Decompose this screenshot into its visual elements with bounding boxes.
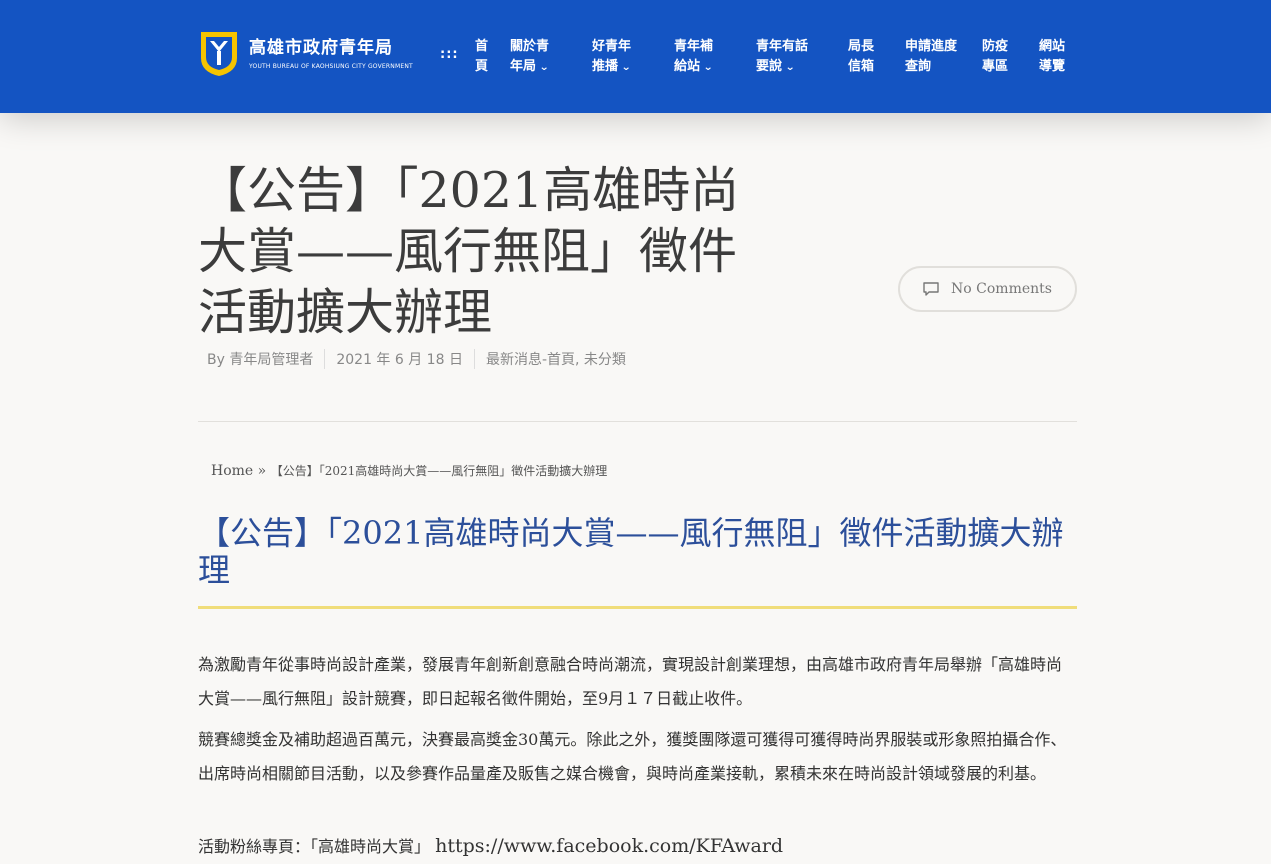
logo-subtitle: YOUTH BUREAU OF KAOHSIUNG CITY GOVERNMEN… — [249, 62, 413, 70]
nav-youth-supply[interactable]: 青年補 給站 ⌄ — [674, 37, 713, 78]
meta-divider — [324, 349, 326, 369]
chevron-down-icon: ⌄ — [539, 62, 550, 73]
nav-youth-voice[interactable]: 青年有話 要說 ⌄ — [756, 37, 808, 78]
nav-progress-query[interactable]: 申請進度 查詢 — [905, 37, 957, 77]
chevron-down-icon: ⌄ — [703, 62, 714, 73]
article-title: 【公告】「2021高雄時尚大賞——風行無阻」徵件活動擴大辦理 — [198, 514, 1064, 589]
logo-emblem-icon — [197, 28, 241, 78]
nav-epidemic-zone[interactable]: 防疫 專區 — [982, 37, 1008, 77]
breadcrumb-separator: » — [257, 463, 267, 479]
nav-sitemap[interactable]: 網站 導覽 — [1039, 37, 1065, 77]
breadcrumb-current: 【公告】「2021高雄時尚大賞——風行無阻」徵件活動擴大辦理 — [270, 464, 608, 478]
post-date: 2021 年 6 月 18 日 — [336, 352, 463, 368]
breadcrumb-home[interactable]: Home — [211, 463, 253, 479]
post-author[interactable]: By 青年局管理者 — [207, 349, 313, 369]
menu-toggle-icon[interactable]: ::: — [440, 47, 459, 62]
chevron-down-icon: ⌄ — [621, 62, 632, 73]
site-logo[interactable]: 高雄市政府青年局 YOUTH BUREAU OF KAOHSIUNG CITY … — [197, 28, 413, 78]
article-fan-page: 活動粉絲專頁：「高雄時尚大賞」 https://www.facebook.com… — [198, 829, 1077, 864]
chevron-down-icon: ⌄ — [785, 62, 796, 73]
fan-page-link[interactable]: https://www.facebook.com/KFAward — [435, 835, 783, 857]
post-categories[interactable]: 最新消息-首頁, 未分類 — [486, 349, 626, 369]
comments-button[interactable]: No Comments — [898, 266, 1077, 312]
post-meta: By 青年局管理者 2021 年 6 月 18 日 最新消息-首頁, 未分類 — [207, 349, 626, 369]
meta-divider — [473, 349, 475, 369]
logo-title: 高雄市政府青年局 — [249, 37, 393, 58]
nav-director-mailbox[interactable]: 局長 信箱 — [848, 37, 874, 77]
title-underline — [198, 606, 1077, 609]
nav-good-youth[interactable]: 好青年 推播 ⌄ — [592, 37, 631, 78]
divider — [198, 421, 1077, 422]
article-paragraph-2: 競賽總獎金及補助超過百萬元，決賽最高獎金30萬元。除此之外，獲獎團隊還可獲得可獲… — [198, 730, 1067, 783]
article-paragraph-1: 為激勵青年從事時尚設計產業，發展青年創新創意融合時尚潮流，實現設計創業理想，由高… — [198, 655, 1063, 708]
comments-label: No Comments — [951, 281, 1052, 297]
site-header: 高雄市政府青年局 YOUTH BUREAU OF KAOHSIUNG CITY … — [0, 0, 1271, 113]
breadcrumb: Home » 【公告】「2021高雄時尚大賞——風行無阻」徵件活動擴大辦理 — [211, 462, 607, 479]
nav-about[interactable]: 關於青 年局 ⌄ — [510, 37, 549, 78]
post-title: 【公告】「2021高雄時尚 大賞——風行無阻」徵件 活動擴大辦理 — [198, 162, 740, 341]
comment-icon — [923, 282, 939, 296]
fan-page-label: 活動粉絲專頁：「高雄時尚大賞」 — [198, 837, 431, 856]
nav-home[interactable]: 首 頁 — [475, 37, 488, 77]
